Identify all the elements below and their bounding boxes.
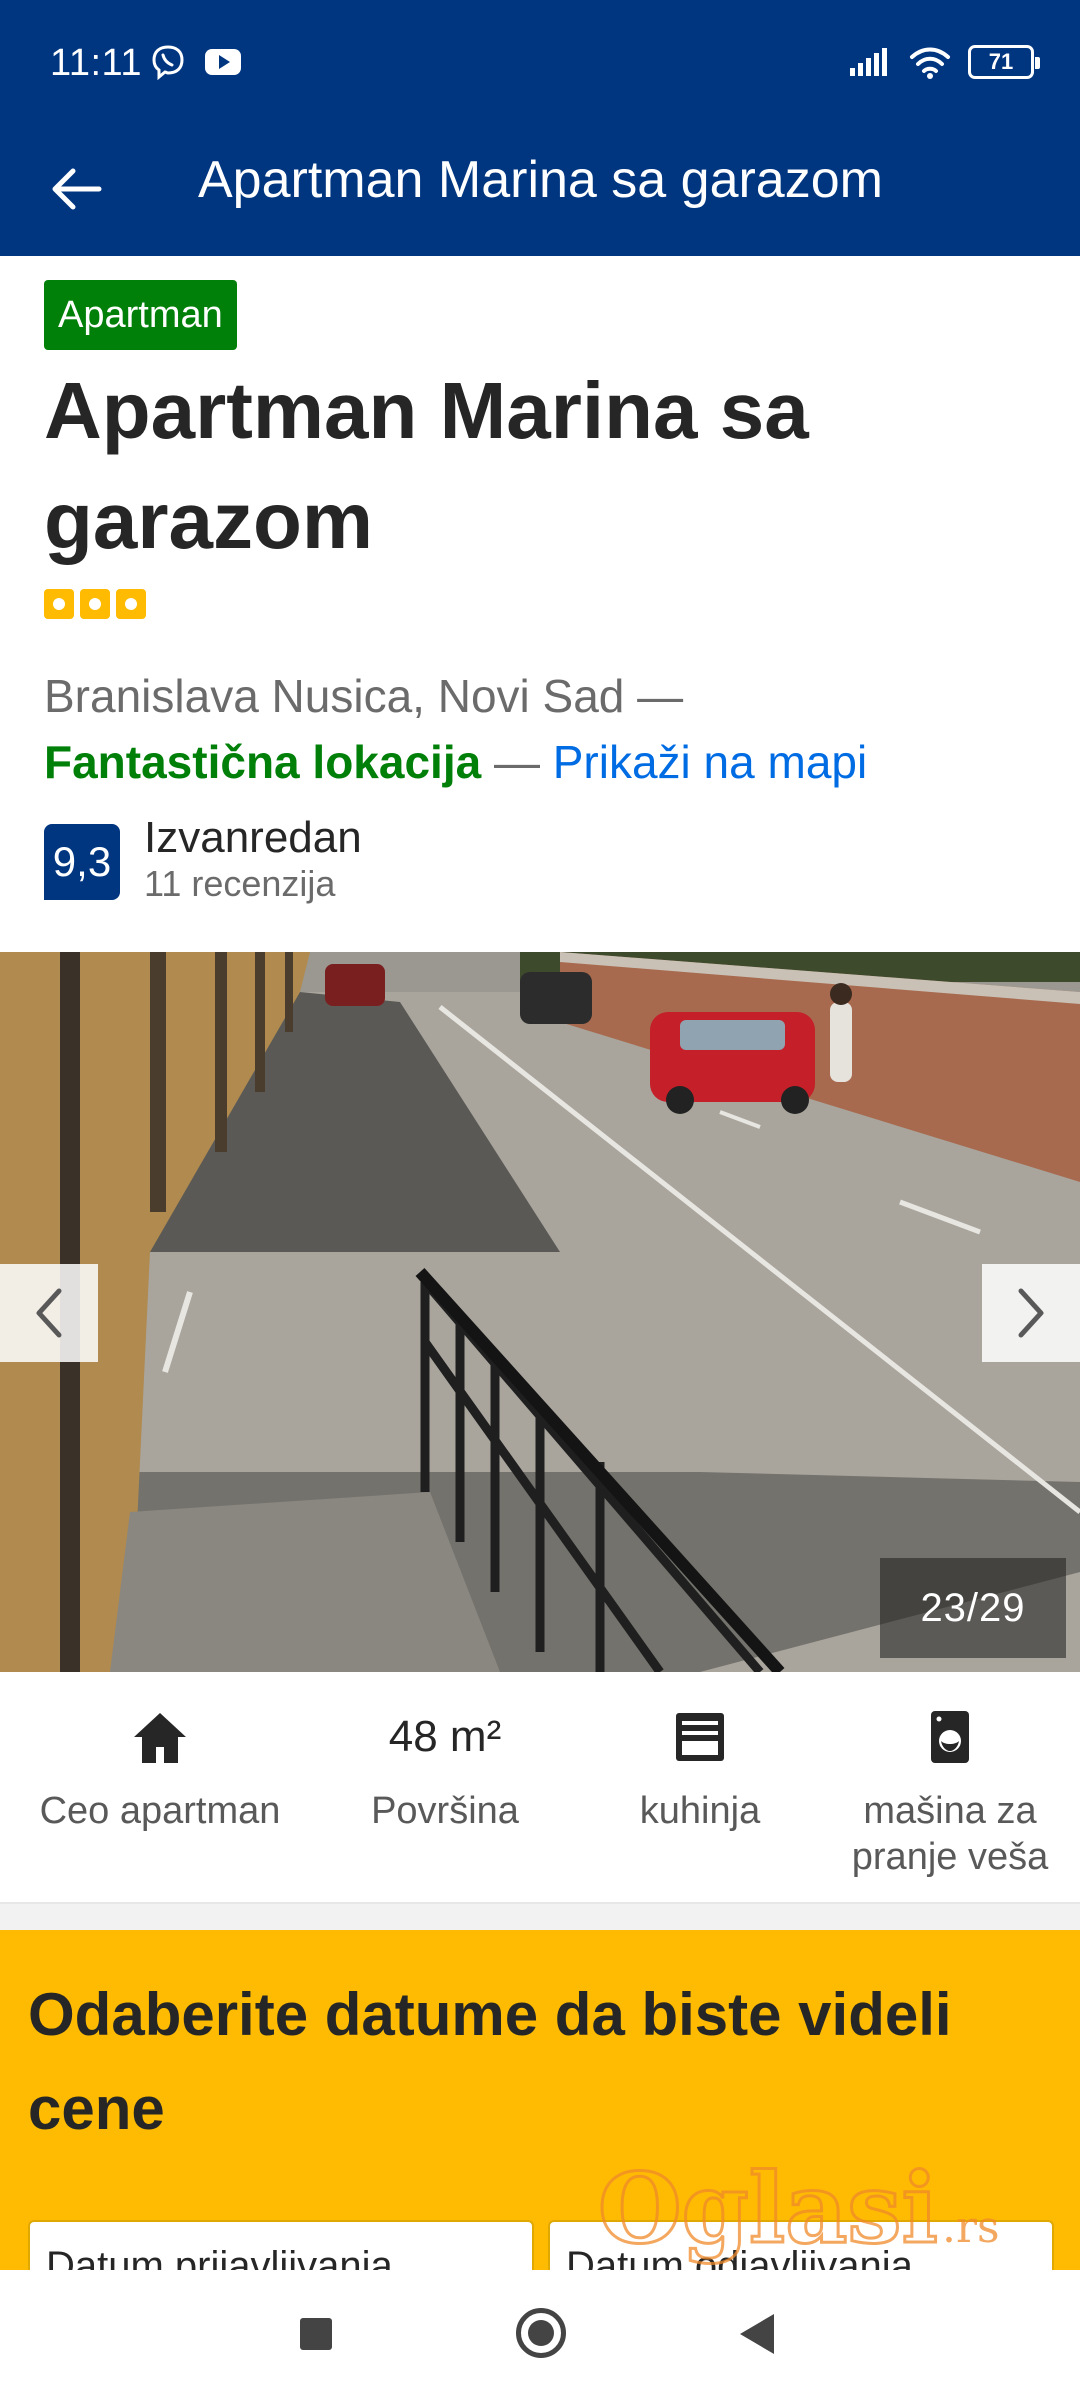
- system-navigation-bar: [0, 2270, 1080, 2400]
- review-count[interactable]: 11 recenzija: [144, 862, 335, 906]
- facility-label: Površina: [371, 1790, 519, 1832]
- section-divider: [0, 1904, 1080, 1930]
- property-type-badge: Apartman: [44, 280, 237, 350]
- star-rating: [44, 589, 146, 619]
- show-on-map-link[interactable]: Prikaži na mapi: [553, 736, 867, 788]
- recent-apps-button[interactable]: [300, 2318, 332, 2350]
- facility-label: Ceo apartman: [39, 1790, 281, 1832]
- location-separator: —: [493, 736, 540, 788]
- app-bar-title: Apartman Marina sa garazom: [198, 151, 883, 209]
- facility-area: 48 m² Površina: [320, 1702, 570, 1834]
- status-time: 11:11: [50, 42, 142, 84]
- property-title: Apartman Marina sa garazom: [44, 366, 809, 565]
- washing-machine-icon: [931, 1711, 969, 1763]
- app-bar: Apartman Marina sa garazom: [0, 128, 1080, 256]
- svg-text:Oglasi: Oglasi: [598, 2152, 938, 2265]
- next-photo-button[interactable]: [982, 1264, 1080, 1362]
- chevron-right-icon: [1018, 1288, 1044, 1338]
- review-score-badge[interactable]: 9,3: [44, 824, 120, 900]
- star-icon: [44, 589, 74, 619]
- location-line: Fantastična lokacija — Prikaži na mapi: [44, 730, 867, 794]
- star-icon: [80, 589, 110, 619]
- signal-icon: [850, 48, 887, 76]
- system-back-button[interactable]: [740, 2314, 774, 2354]
- status-indicators: 71: [848, 44, 1040, 80]
- photo-counter: 23/29: [880, 1558, 1066, 1658]
- facility-area-value: 48 m²: [388, 1712, 502, 1761]
- status-bar: 11:11 71: [0, 0, 1080, 128]
- facility-washing-machine: mašina za pranje veša: [830, 1702, 1070, 1880]
- back-button[interactable]: [44, 156, 110, 222]
- location-rating: Fantastična lokacija: [44, 736, 482, 788]
- house-icon: [134, 1713, 186, 1763]
- star-icon: [116, 589, 146, 619]
- facility-entire-apartment: Ceo apartman: [20, 1702, 300, 1834]
- viber-icon: [152, 45, 184, 80]
- kitchen-icon: [676, 1713, 724, 1761]
- facility-label: kuhinja: [639, 1790, 761, 1832]
- photo-gallery[interactable]: 23/29: [0, 952, 1080, 1672]
- review-score-word[interactable]: Izvanredan: [144, 812, 362, 864]
- chevron-left-icon: [36, 1288, 62, 1338]
- facilities-row: Ceo apartman 48 m² Površina kuhinja maši…: [0, 1672, 1080, 1904]
- battery-level: 71: [988, 49, 1014, 74]
- oglasi-watermark-logo: Oglasi .rs: [597, 2151, 1000, 2267]
- wifi-icon: [910, 47, 950, 79]
- dates-heading: Odaberite datume da biste videli cene: [28, 1981, 952, 2142]
- youtube-icon: [205, 49, 241, 75]
- previous-photo-button[interactable]: [0, 1264, 98, 1362]
- battery-icon: 71: [968, 45, 1040, 79]
- arrow-left-icon: [52, 168, 102, 210]
- facility-label: mašina za pranje veša: [851, 1790, 1049, 1878]
- address: Branislava Nusica, Novi Sad —: [44, 670, 684, 722]
- facility-kitchen: kuhinja: [590, 1702, 810, 1834]
- svg-text:.rs: .rs: [942, 2202, 1000, 2253]
- home-button[interactable]: [516, 2308, 566, 2358]
